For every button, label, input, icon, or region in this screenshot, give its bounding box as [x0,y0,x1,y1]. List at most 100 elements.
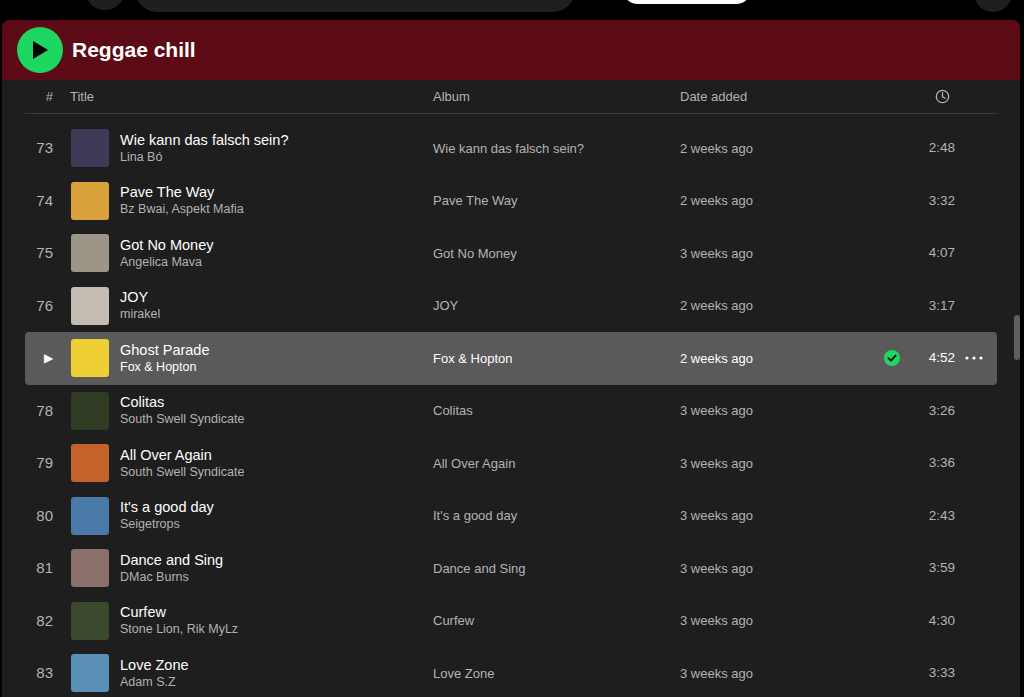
album-art [71,444,109,482]
album-art [71,287,109,325]
profile-button[interactable] [974,0,1012,12]
track-title[interactable]: Pave The Way [120,183,244,201]
track-date-added: 3 weeks ago [680,244,870,264]
track-title[interactable]: Dance and Sing [120,551,223,569]
column-label[interactable]: Date added [680,87,870,107]
column-label[interactable]: Title [70,87,433,107]
playlist-title: Reggae chill [72,37,196,62]
scrollbar-thumb[interactable] [1014,315,1020,360]
track-title[interactable]: Love Zone [120,656,189,674]
track-number: 79 [25,452,53,475]
top-button[interactable] [622,0,752,4]
more-cell [955,355,997,361]
track-date-added: 2 weeks ago [680,296,870,316]
playlist-panel: Reggae chill # TitleAlbumDate added 73 Wie … [2,20,1020,697]
track-album[interactable]: It's a good day [433,506,680,526]
track-album[interactable]: Colitas [433,401,680,421]
play-icon [31,40,49,60]
column-header: # TitleAlbumDate added [25,80,997,114]
track-title[interactable]: Curfew [120,603,238,621]
track-date-added: 3 weeks ago [680,506,870,526]
album-art [71,602,109,640]
track-artist[interactable]: Adam S.Z [120,674,189,691]
track-row[interactable]: 82CurfewStone Lion, Rik MyLzCurfew3 week… [25,595,997,648]
track-title-cell: It's a good daySeigetrops [70,497,433,535]
saved-check-icon[interactable] [884,350,900,366]
track-title[interactable]: Colitas [120,393,244,411]
saved-cell [870,350,914,366]
track-title-cell: All Over AgainSouth Swell Syndicate [70,444,433,482]
track-album[interactable]: Love Zone [433,664,680,684]
track-number: 80 [25,505,53,528]
track-row[interactable]: 83Love ZoneAdam S.ZLove Zone3 weeks ago3… [25,647,997,697]
track-album[interactable]: All Over Again [433,454,680,474]
track-title[interactable]: Got No Money [120,236,214,254]
track-artist[interactable]: South Swell Syndicate [120,411,244,428]
track-artist[interactable]: Stone Lion, Rik MyLz [120,621,238,638]
track-row[interactable]: 75Got No MoneyAngelica MavaGot No Money3… [25,227,997,280]
track-row[interactable]: 81Dance and SingDMac BurnsDance and Sing… [25,542,997,595]
track-album[interactable]: Pave The Way [433,191,680,211]
clock-icon [935,89,950,104]
track-album[interactable]: JOY [433,296,680,316]
track-duration: 3:33 [914,663,955,683]
album-art [71,392,109,430]
track-duration: 3:17 [914,296,955,316]
track-artist[interactable]: Angelica Mava [120,254,214,271]
track-artist[interactable]: Fox & Hopton [120,359,209,376]
track-album[interactable]: Got No Money [433,244,680,264]
track-date-added: 3 weeks ago [680,559,870,579]
track-artist[interactable]: DMac Burns [120,569,223,586]
album-art [71,654,109,692]
play-button[interactable] [17,27,63,73]
track-title-cell: Got No MoneyAngelica Mava [70,234,433,272]
track-number: 81 [25,557,53,580]
more-options-icon[interactable] [965,355,983,361]
track-row[interactable]: 80It's a good daySeigetropsIt's a good d… [25,490,997,543]
track-row[interactable]: ▶Ghost ParadeFox & HoptonFox & Hopton2 w… [25,332,997,385]
search-bar[interactable] [135,0,575,12]
column-label[interactable]: Album [433,87,680,107]
column-label[interactable]: # [25,87,53,107]
track-title-cell: Wie kann das falsch sein?Lina Bó [70,129,433,167]
track-list: # TitleAlbumDate added 73 Wie kann das fals… [2,80,1020,697]
track-date-added: 3 weeks ago [680,664,870,684]
album-art [71,129,109,167]
track-number: 74 [25,190,53,213]
track-date-added: 3 weeks ago [680,454,870,474]
track-row[interactable]: 79All Over AgainSouth Swell SyndicateAll… [25,437,997,490]
track-date-added: 2 weeks ago [680,191,870,211]
track-title[interactable]: Ghost Parade [120,341,209,359]
track-title[interactable]: All Over Again [120,446,244,464]
track-row[interactable]: 73Wie kann das falsch sein?Lina BóWie ka… [25,122,997,175]
track-artist[interactable]: Seigetrops [120,516,214,533]
track-title[interactable]: JOY [120,288,160,306]
track-duration: 3:36 [914,453,955,473]
track-artist[interactable]: mirakel [120,306,160,323]
back-button[interactable] [85,0,125,10]
track-title-cell: CurfewStone Lion, Rik MyLz [70,602,433,640]
track-artist[interactable]: Lina Bó [120,149,288,166]
track-number: ▶ [25,349,53,367]
track-row[interactable]: 78ColitasSouth Swell SyndicateColitas3 w… [25,385,997,438]
track-title[interactable]: It's a good day [120,498,214,516]
album-art [71,497,109,535]
track-duration: 3:26 [914,401,955,421]
track-duration: 2:43 [914,506,955,526]
track-duration: 3:59 [914,558,955,578]
track-album[interactable]: Dance and Sing [433,559,680,579]
track-duration: 4:07 [914,243,955,263]
track-duration: 2:48 [914,138,955,158]
track-row[interactable]: 74Pave The WayBz Bwai, Aspekt MafiaPave … [25,175,997,228]
track-title[interactable]: Wie kann das falsch sein? [120,131,288,149]
album-art [71,549,109,587]
track-title-cell: Ghost ParadeFox & Hopton [70,339,433,377]
track-album[interactable]: Fox & Hopton [433,349,680,369]
track-number: 82 [25,610,53,633]
track-album[interactable]: Curfew [433,611,680,631]
track-number: 73 [25,137,53,160]
track-artist[interactable]: South Swell Syndicate [120,464,244,481]
track-album[interactable]: Wie kann das falsch sein? [433,139,680,159]
track-artist[interactable]: Bz Bwai, Aspekt Mafia [120,201,244,218]
track-row[interactable]: 76JOYmirakelJOY2 weeks ago3:17 [25,280,997,333]
